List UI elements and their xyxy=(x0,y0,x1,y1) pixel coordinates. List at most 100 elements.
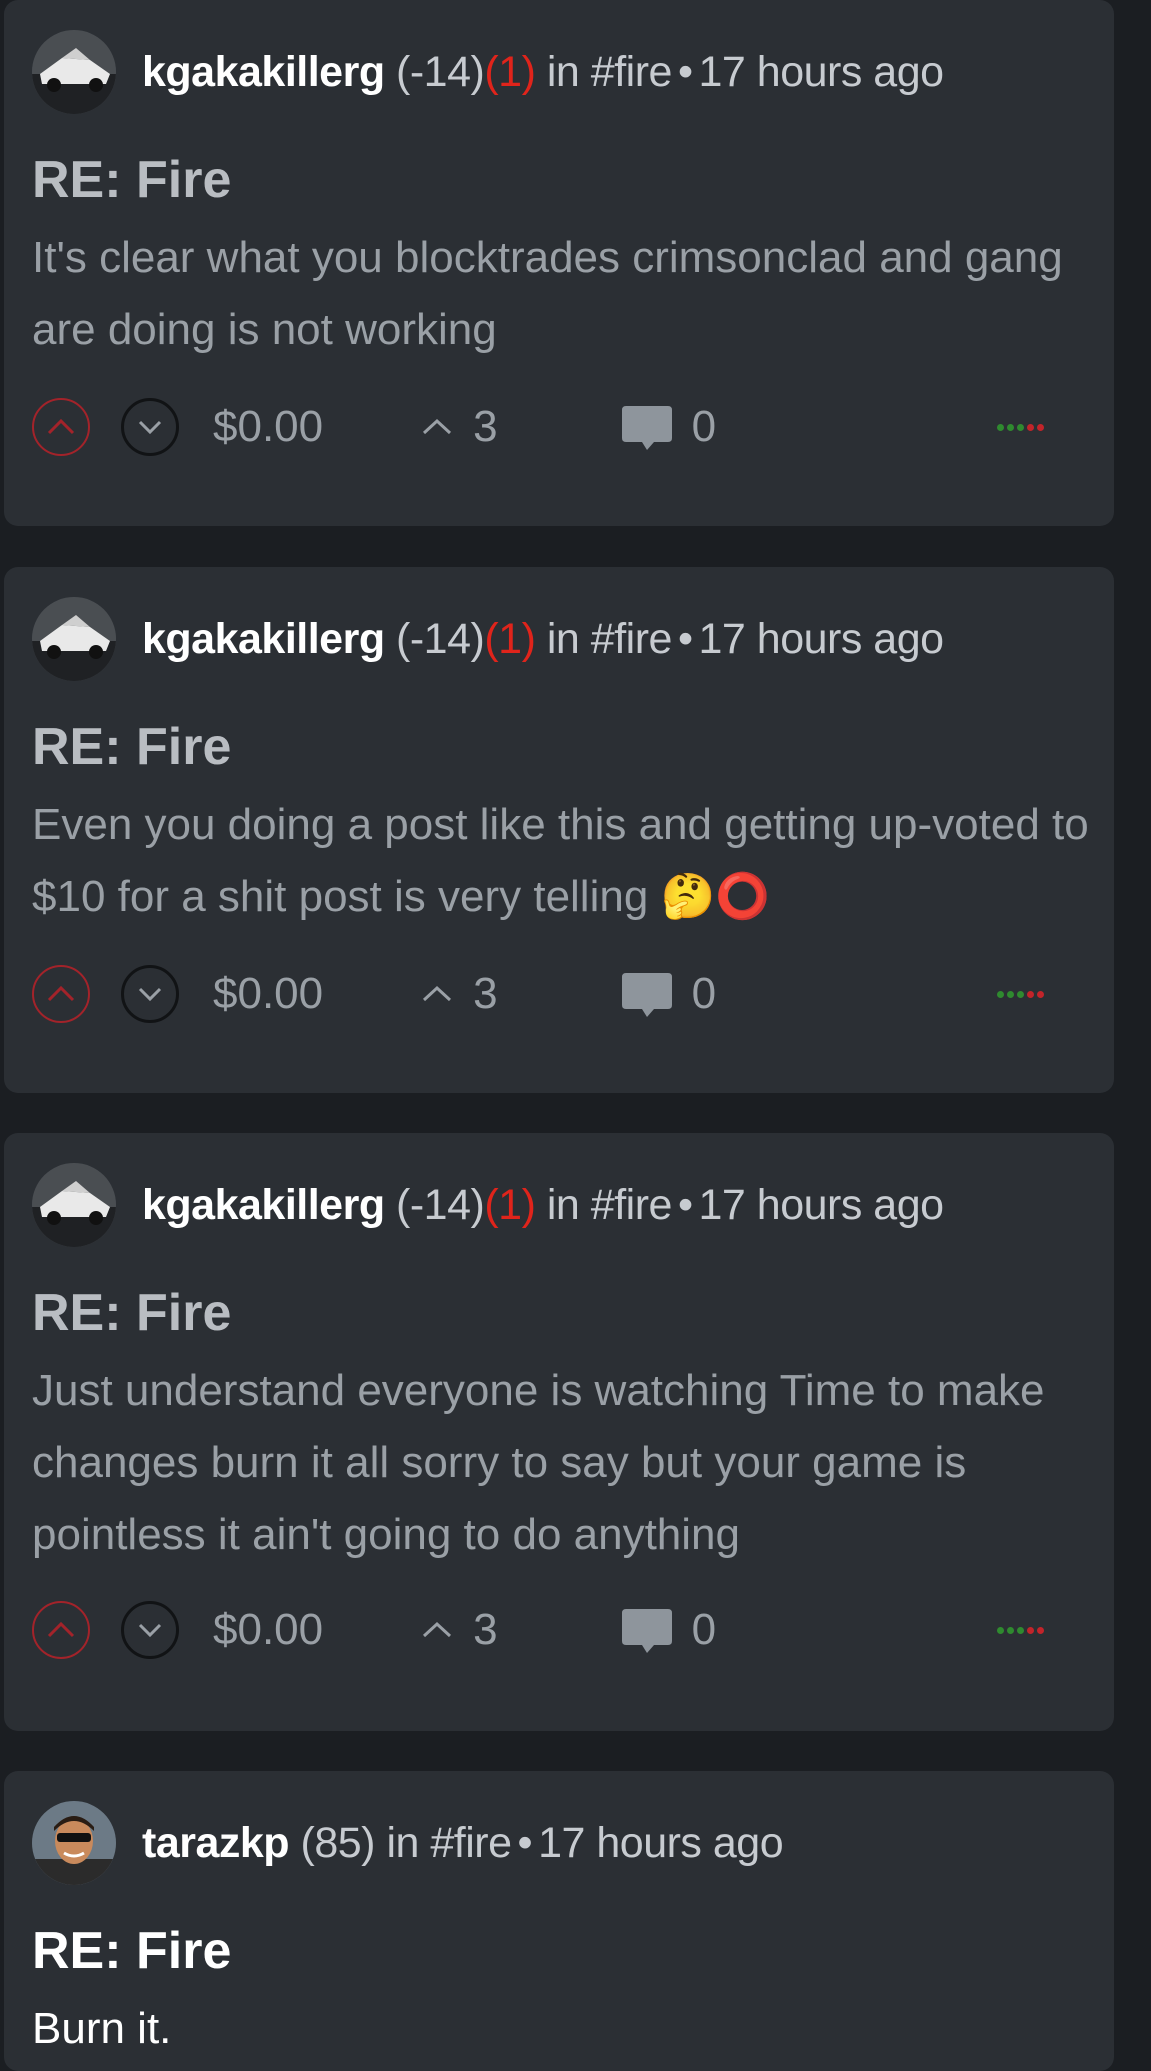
reply-count[interactable]: 0 xyxy=(620,402,716,452)
comment-title[interactable]: RE: Fire xyxy=(32,150,231,210)
timestamp[interactable]: 17 hours ago xyxy=(699,615,945,663)
comment-card: tarazkp (85) in #fire • 17 hours ago RE: F… xyxy=(4,1771,1114,2071)
avatar[interactable] xyxy=(32,30,116,114)
ratio-dot xyxy=(1027,1626,1034,1634)
comment-card: kgakakillerg (-14)(1) in #fire • 17 hours … xyxy=(4,0,1114,526)
ratio-dot xyxy=(1027,423,1034,431)
vote-count-value: 3 xyxy=(473,1605,498,1654)
author-name[interactable]: kgakakillerg xyxy=(142,48,385,96)
ratio-dot xyxy=(997,423,1004,431)
comment-header: kgakakillerg (-14)(1) in #fire • 17 hours … xyxy=(32,595,944,683)
chevron-up-icon xyxy=(47,1621,75,1638)
ratio-dot xyxy=(1037,990,1044,998)
in-label: in xyxy=(546,614,580,663)
reputation: (-14) xyxy=(396,614,485,663)
category-link[interactable]: #fire xyxy=(591,48,673,96)
avatar[interactable] xyxy=(32,1801,116,1885)
upvote-button[interactable] xyxy=(32,398,90,456)
vote-count[interactable]: 3 xyxy=(421,402,498,452)
upvote-button[interactable] xyxy=(32,965,90,1023)
caret-up-icon xyxy=(423,418,452,435)
ratio-dot xyxy=(997,1626,1004,1634)
comment-body[interactable]: Burn it. xyxy=(32,1993,1092,2065)
category-link[interactable]: #fire xyxy=(591,1181,673,1229)
ratio-dot xyxy=(1017,1626,1024,1634)
payout-amount[interactable]: $0.00 xyxy=(213,1605,323,1655)
ratio-dot xyxy=(1037,423,1044,431)
ratio-dot xyxy=(1007,423,1014,431)
ratio-dot xyxy=(1007,1626,1014,1634)
comment-icon xyxy=(621,406,672,450)
chevron-down-icon xyxy=(138,987,162,1002)
in-label: in xyxy=(546,1180,580,1229)
reputation: (85) xyxy=(300,1818,376,1867)
comment-icon xyxy=(621,973,672,1017)
chevron-down-icon xyxy=(138,420,162,435)
reply-count[interactable]: 0 xyxy=(620,969,716,1019)
reply-count-value: 0 xyxy=(691,1605,717,1654)
chevron-up-icon xyxy=(47,985,75,1002)
comment-body[interactable]: Just understand everyone is watching Tim… xyxy=(32,1355,1092,1571)
caret-up-icon xyxy=(423,1621,452,1638)
comment-body[interactable]: It's clear what you blocktrades crimsonc… xyxy=(32,222,1092,366)
author-name[interactable]: kgakakillerg xyxy=(142,615,385,663)
avatar[interactable] xyxy=(32,597,116,681)
vote-ratio-bar xyxy=(997,1626,1044,1634)
comment-title[interactable]: RE: Fire xyxy=(32,1283,231,1343)
vote-ratio-bar xyxy=(997,423,1044,431)
comment-card: kgakakillerg (-14)(1) in #fire • 17 hours … xyxy=(4,1133,1114,1731)
comment-header: kgakakillerg (-14)(1) in #fire • 17 hours … xyxy=(32,28,944,116)
in-label: in xyxy=(386,1818,419,1867)
reply-count[interactable]: 0 xyxy=(620,1605,716,1655)
flag-count: (1) xyxy=(484,1180,536,1229)
author-name[interactable]: tarazkp xyxy=(142,1819,290,1867)
comment-header: tarazkp (85) in #fire • 17 hours ago xyxy=(32,1799,784,1887)
ratio-dot xyxy=(1017,990,1024,998)
vote-count-value: 3 xyxy=(473,402,498,451)
comment-card: kgakakillerg (-14)(1) in #fire • 17 hours … xyxy=(4,567,1114,1093)
avatar[interactable] xyxy=(32,1163,116,1247)
comment-body[interactable]: Even you doing a post like this and gett… xyxy=(32,789,1092,933)
separator: • xyxy=(677,614,693,663)
flag-count: (1) xyxy=(484,47,536,96)
action-bar: $0.00 3 0 xyxy=(32,392,1092,462)
separator: • xyxy=(677,47,693,96)
timestamp[interactable]: 17 hours ago xyxy=(699,1181,945,1229)
timestamp[interactable]: 17 hours ago xyxy=(699,48,945,96)
comment-header: kgakakillerg (-14)(1) in #fire • 17 hours … xyxy=(32,1161,944,1249)
ratio-dot xyxy=(1007,990,1014,998)
action-bar: $0.00 3 0 xyxy=(32,1595,1092,1665)
caret-up-icon xyxy=(423,985,452,1002)
flag-count: (1) xyxy=(484,614,536,663)
payout-amount[interactable]: $0.00 xyxy=(213,402,323,452)
upvote-button[interactable] xyxy=(32,1601,90,1659)
downvote-button[interactable] xyxy=(121,398,179,456)
reputation: (-14) xyxy=(396,1180,485,1229)
category-link[interactable]: #fire xyxy=(430,1819,512,1867)
ratio-dot xyxy=(1027,990,1034,998)
payout-amount[interactable]: $0.00 xyxy=(213,969,323,1019)
comment-icon xyxy=(621,1609,672,1653)
downvote-button[interactable] xyxy=(121,1601,179,1659)
separator: • xyxy=(517,1818,533,1867)
reply-count-value: 0 xyxy=(691,969,717,1018)
vote-count[interactable]: 3 xyxy=(421,1605,498,1655)
action-bar: $0.00 3 0 xyxy=(32,959,1092,1029)
timestamp[interactable]: 17 hours ago xyxy=(538,1819,784,1867)
category-link[interactable]: #fire xyxy=(591,615,673,663)
vote-count[interactable]: 3 xyxy=(421,969,498,1019)
vote-count-value: 3 xyxy=(473,969,498,1018)
comment-title[interactable]: RE: Fire xyxy=(32,1921,231,1981)
chevron-up-icon xyxy=(47,418,75,435)
reply-count-value: 0 xyxy=(691,402,717,451)
downvote-button[interactable] xyxy=(121,965,179,1023)
comment-title[interactable]: RE: Fire xyxy=(32,717,231,777)
vote-ratio-bar xyxy=(997,990,1044,998)
chevron-down-icon xyxy=(138,1623,162,1638)
ratio-dot xyxy=(1037,1626,1044,1634)
separator: • xyxy=(677,1180,693,1229)
reputation: (-14) xyxy=(396,47,485,96)
post-feed: kgakakillerg (-14)(1) in #fire • 17 hours … xyxy=(0,0,1151,2071)
author-name[interactable]: kgakakillerg xyxy=(142,1181,385,1229)
ratio-dot xyxy=(1017,423,1024,431)
